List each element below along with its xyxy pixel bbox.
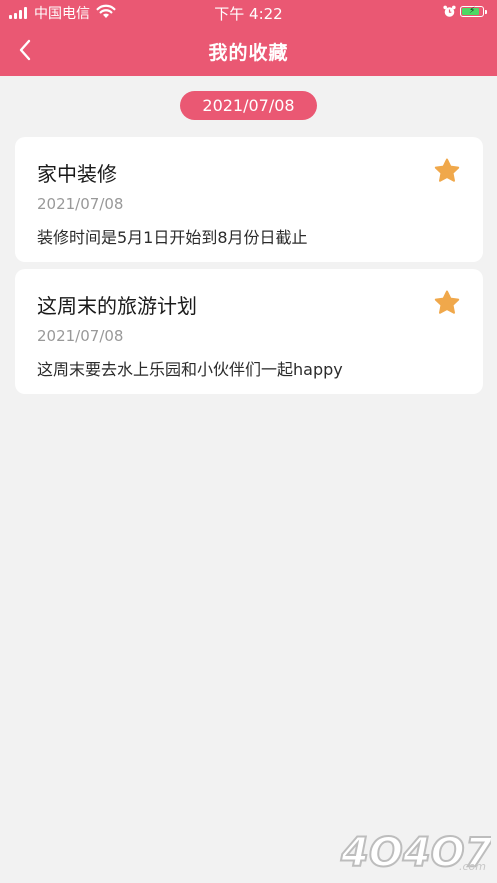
status-bar: 中国电信 下午 4:22 ⚡	[0, 0, 497, 24]
favorite-date: 2021/07/08	[37, 327, 124, 345]
status-time: 下午 4:22	[214, 5, 283, 23]
battery-icon: ⚡	[460, 6, 484, 17]
date-section-badge: 2021/07/08	[180, 91, 317, 120]
favorite-card[interactable]: 这周末的旅游计划 2021/07/08 这周末要去水上乐园和小伙伴们一起happ…	[15, 269, 483, 394]
page-title: 我的收藏	[208, 42, 289, 64]
alarm-clock-icon	[443, 5, 456, 17]
favorite-date: 2021/07/08	[37, 195, 124, 213]
charging-bolt-icon: ⚡	[469, 6, 476, 16]
watermark-suffix: .com	[459, 860, 486, 873]
site-watermark-logo: 4O4O7 .com	[339, 829, 491, 876]
favorite-title: 家中装修	[37, 162, 117, 186]
favorite-card[interactable]: 家中装修 2021/07/08 装修时间是5月1日开始到8月份日截止	[15, 137, 483, 262]
star-icon[interactable]	[433, 289, 461, 317]
favorite-description: 装修时间是5月1日开始到8月份日截止	[37, 228, 308, 247]
top-bar: 中国电信 下午 4:22 ⚡ 我的收藏	[0, 0, 497, 76]
favorite-description: 这周末要去水上乐园和小伙伴们一起happy	[37, 360, 343, 379]
star-icon[interactable]	[433, 157, 461, 185]
favorite-title: 这周末的旅游计划	[37, 294, 197, 318]
